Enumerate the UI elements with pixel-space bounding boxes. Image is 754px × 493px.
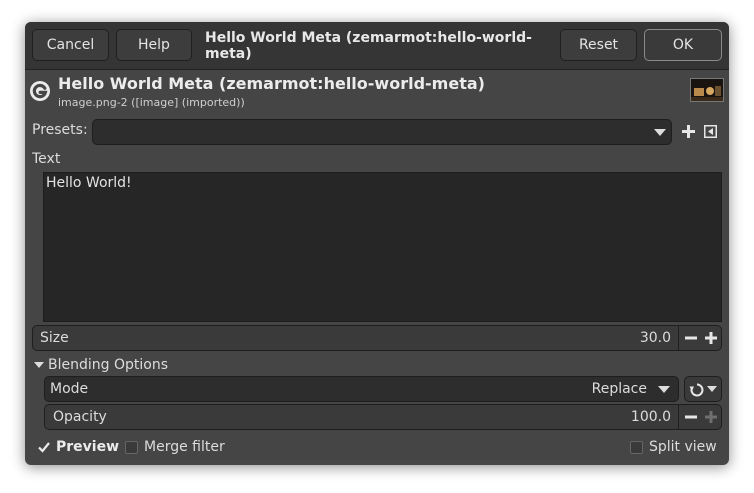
decrease-opacity-button[interactable] — [681, 405, 701, 429]
expander-arrow-icon — [34, 362, 44, 368]
presets-label: Presets: — [32, 122, 88, 138]
merge-filter-checkbox[interactable] — [125, 440, 138, 454]
text-label: Text — [32, 151, 61, 167]
mode-value: Replace — [591, 381, 647, 397]
filter-title: Hello World Meta (zemarmot:hello-world-m… — [58, 74, 485, 93]
minus-icon — [685, 336, 697, 340]
image-thumbnail — [690, 78, 724, 102]
reset-button[interactable]: Reset — [560, 29, 637, 61]
minus-icon — [685, 415, 697, 419]
plus-icon[interactable] — [682, 125, 695, 138]
decrease-size-button[interactable] — [681, 326, 701, 350]
cancel-button[interactable]: Cancel — [32, 29, 109, 61]
mode-label: Mode — [50, 381, 89, 397]
blending-options-label: Blending Options — [48, 357, 168, 373]
size-label: Size — [40, 330, 69, 346]
merge-filter-toggle[interactable]: Merge filter — [125, 438, 225, 456]
split-view-toggle[interactable]: Split view — [630, 438, 717, 456]
plus-icon — [705, 411, 717, 423]
opacity-label: Opacity — [53, 409, 107, 425]
opacity-value: 100.0 — [630, 409, 671, 425]
filter-dialog: Cancel Help Hello World Meta (zemarmot:h… — [25, 22, 729, 465]
mode-combo[interactable]: Mode Replace — [44, 376, 679, 402]
opacity-spin-scale[interactable]: Opacity 100.0 — [44, 404, 722, 430]
dialog-title: Hello World Meta (zemarmot:hello-world-m… — [205, 29, 532, 62]
chevron-down-icon — [654, 129, 666, 136]
help-button[interactable]: Help — [116, 29, 192, 61]
composite-cycle-icon — [689, 383, 704, 397]
text-area[interactable]: Hello World! — [43, 172, 722, 322]
preview-toggle[interactable]: Preview — [37, 438, 119, 456]
composite-mode-button[interactable] — [684, 376, 722, 402]
gimp-g-icon — [30, 81, 50, 101]
chevron-down-icon — [707, 386, 717, 392]
ok-button[interactable]: OK — [644, 29, 722, 61]
increase-opacity-button[interactable] — [701, 405, 721, 429]
merge-filter-label: Merge filter — [144, 439, 225, 455]
split-view-checkbox[interactable] — [630, 440, 643, 454]
increase-size-button[interactable] — [701, 326, 721, 350]
presets-combo[interactable] — [92, 119, 672, 145]
dialog-content: Hello World Meta (zemarmot:hello-world-m… — [25, 70, 729, 465]
filter-subtitle: image.png-2 ([image] (imported)) — [58, 96, 245, 109]
header-bar: Cancel Help Hello World Meta (zemarmot:h… — [25, 22, 729, 70]
menu-arrow-icon[interactable] — [704, 125, 717, 138]
preview-label: Preview — [56, 439, 120, 455]
blending-options-expander[interactable]: Blending Options — [34, 356, 168, 374]
size-value: 30.0 — [639, 330, 671, 346]
chevron-down-icon — [658, 386, 670, 393]
plus-icon — [705, 332, 717, 344]
checkmark-icon — [38, 442, 50, 453]
size-spin-scale[interactable]: Size 30.0 — [32, 325, 722, 351]
split-view-label: Split view — [649, 439, 717, 455]
